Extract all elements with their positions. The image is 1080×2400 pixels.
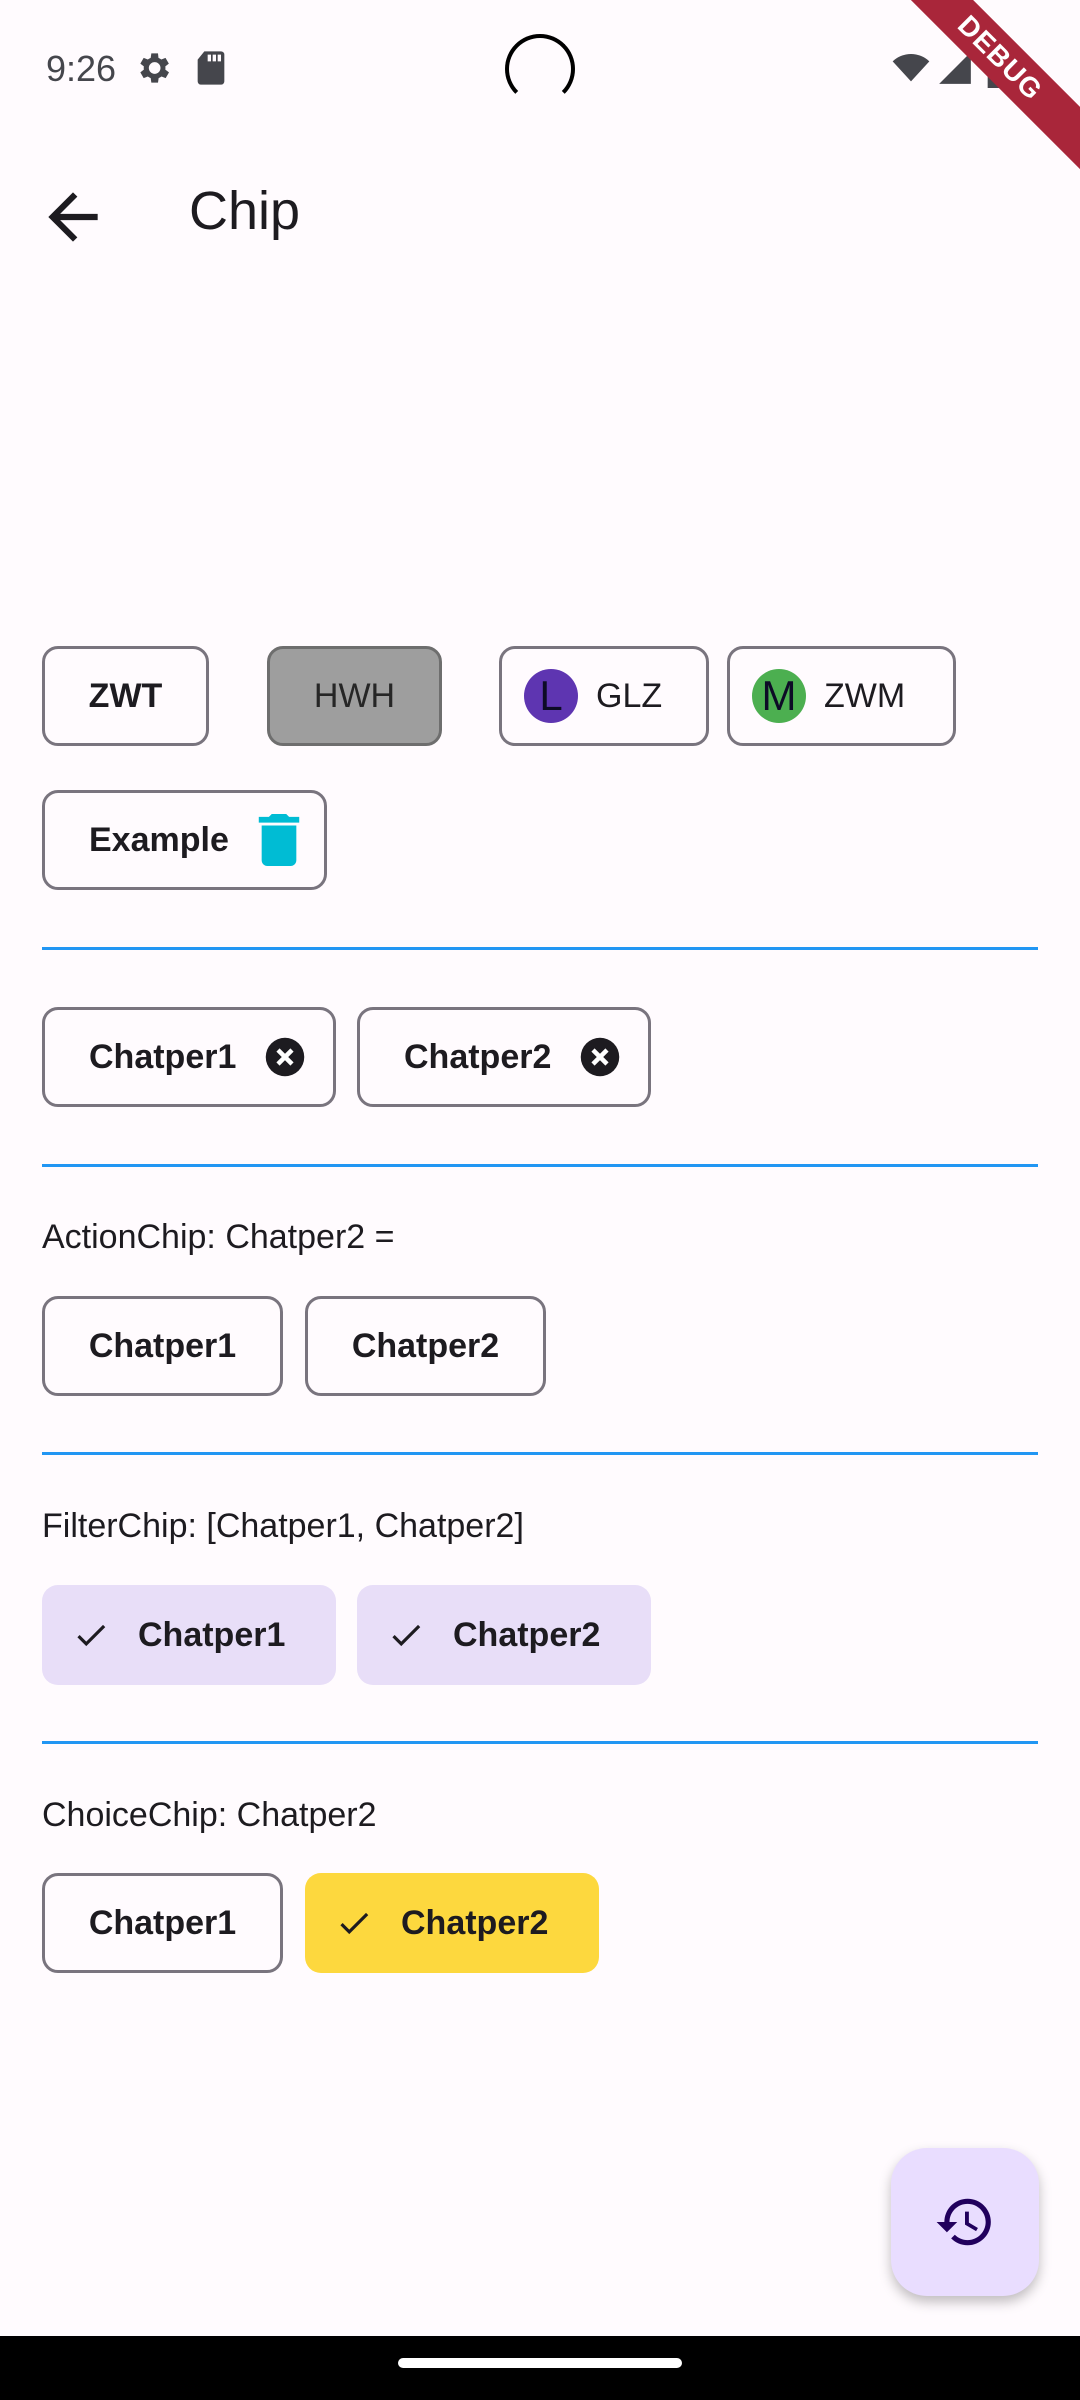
chip-example[interactable]: Example <box>42 790 327 890</box>
chip-label: ZWT <box>88 676 163 715</box>
chip-label: Chatper1 <box>88 1326 237 1365</box>
avatar: L <box>524 669 578 723</box>
chip-hwh: HWH <box>267 646 442 746</box>
check-icon <box>387 1616 425 1654</box>
status-bar: 9:26 DEBUG <box>0 0 1080 180</box>
back-button[interactable] <box>36 180 110 254</box>
filter-chip-status: FilterChip: [Chatper1, Chatper2] <box>42 1507 524 1545</box>
chip-label: Chatper1 <box>138 1615 286 1654</box>
chip-deletable-chatper1[interactable]: Chatper1 <box>42 1007 336 1107</box>
chip-zwt[interactable]: ZWT <box>42 646 209 746</box>
filter-chip-chatper1[interactable]: Chatper1 <box>42 1585 336 1685</box>
camera-cutout <box>505 34 575 104</box>
history-fab[interactable] <box>891 2148 1039 2296</box>
action-chip-status: ActionChip: Chatper2 = <box>42 1218 395 1256</box>
system-nav-bar <box>0 2336 1080 2400</box>
delete-icon[interactable] <box>257 814 301 866</box>
status-time: 9:26 <box>46 48 117 89</box>
avatar: M <box>752 669 806 723</box>
cancel-icon[interactable] <box>264 1036 306 1078</box>
choice-chip-chatper2[interactable]: Chatper2 <box>305 1873 599 1973</box>
arrow-back-icon <box>48 192 98 242</box>
sd-card-icon <box>194 48 228 93</box>
chip-label: HWH <box>313 676 396 715</box>
home-indicator[interactable] <box>398 2358 682 2368</box>
chip-label: Chatper1 <box>89 1037 237 1076</box>
app-bar: Chip <box>0 150 1080 270</box>
section-divider <box>42 1452 1038 1455</box>
chip-label: Chatper2 <box>351 1326 500 1365</box>
filter-chip-chatper2[interactable]: Chatper2 <box>357 1585 651 1685</box>
section-divider <box>42 947 1038 950</box>
section-divider <box>42 1164 1038 1167</box>
chip-label: Chatper2 <box>453 1615 601 1654</box>
chip-label: Example <box>89 820 229 859</box>
chip-label: ZWM <box>824 676 906 715</box>
check-icon <box>72 1616 110 1654</box>
choice-chip-status: ChoiceChip: Chatper2 <box>42 1796 377 1834</box>
action-chip-chatper2[interactable]: Chatper2 <box>305 1296 546 1396</box>
chip-label: Chatper2 <box>404 1037 552 1076</box>
chip-zwm[interactable]: M ZWM <box>727 646 956 746</box>
choice-chip-chatper1[interactable]: Chatper1 <box>42 1873 283 1973</box>
check-icon <box>335 1904 373 1942</box>
action-chip-chatper1[interactable]: Chatper1 <box>42 1296 283 1396</box>
wifi-icon <box>890 48 932 93</box>
page-title: Chip <box>189 181 301 241</box>
chip-label: GLZ <box>596 676 663 715</box>
chip-glz[interactable]: L GLZ <box>499 646 709 746</box>
chip-deletable-chatper2[interactable]: Chatper2 <box>357 1007 651 1107</box>
settings-icon <box>133 48 173 93</box>
history-icon <box>936 2198 991 2246</box>
chip-label: Chatper1 <box>88 1903 237 1942</box>
section-divider <box>42 1741 1038 1744</box>
cancel-icon[interactable] <box>579 1036 621 1078</box>
chip-label: Chatper2 <box>401 1903 549 1942</box>
